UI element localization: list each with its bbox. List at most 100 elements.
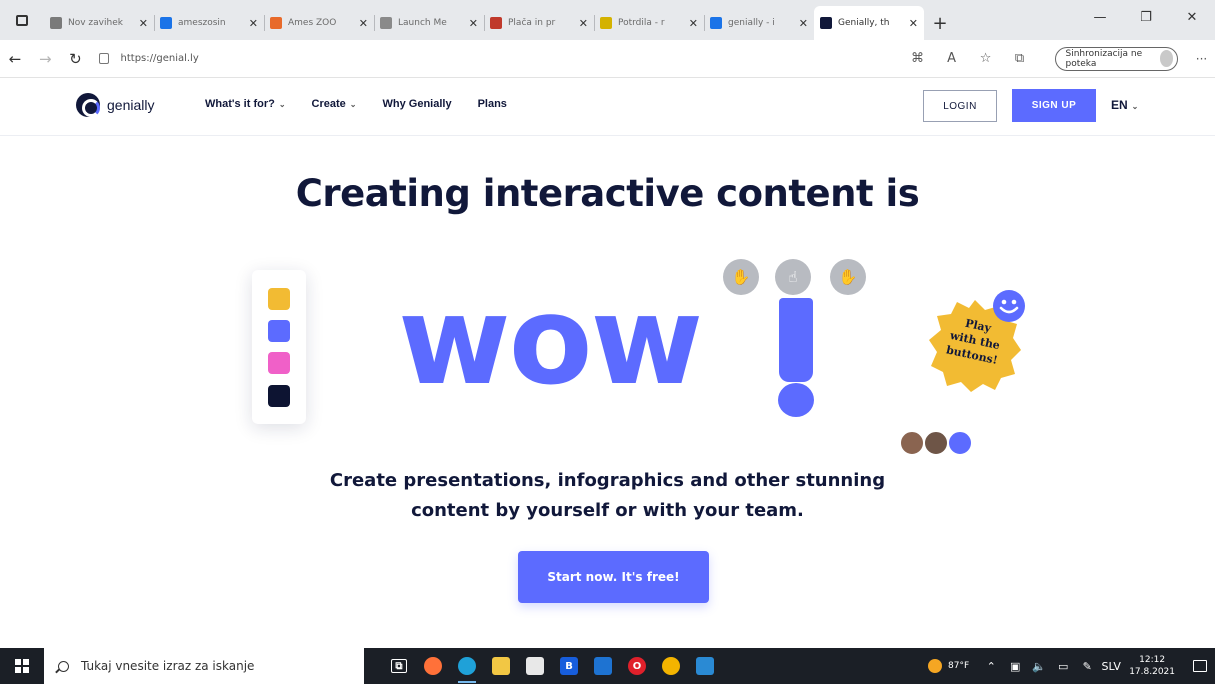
nav-create[interactable]: Create ⌄ [312,98,357,110]
collections-icon[interactable]: ⧉ [1003,51,1037,66]
wow-word: wow [398,270,703,412]
new-tab-button[interactable]: + [924,6,956,40]
browser-tab[interactable]: Launch Me ✕ [374,6,484,40]
pen-icon[interactable]: ✎ [1075,660,1099,673]
start-button[interactable] [0,648,44,684]
nav-plans[interactable]: Plans [478,98,507,110]
tab-title: Plača in pr [508,18,556,28]
taskbar-app-task-view[interactable]: ⧉ [382,648,416,684]
favorites-star-icon[interactable]: ☆ [969,51,1003,66]
notifications-icon[interactable] [1185,648,1215,684]
genially-logo-icon [76,93,100,117]
taskbar-app-photos[interactable] [688,648,722,684]
browser-tab[interactable]: ameszosin ✕ [154,6,264,40]
favicon-icon [380,17,392,29]
volume-icon[interactable]: 🔈 [1027,660,1051,673]
close-tab-icon[interactable]: ✕ [909,17,918,30]
close-tab-icon[interactable]: ✕ [469,17,478,30]
photos-icon [696,657,714,675]
favicon-icon [820,17,832,29]
more-options-icon[interactable]: ··· [1188,52,1215,66]
taskbar-app-bitwarden[interactable]: B [552,648,586,684]
tab-title: Potrdila - r [618,18,665,28]
taskbar-app-file-explorer[interactable] [484,648,518,684]
maximize-button[interactable]: ❐ [1123,0,1169,34]
site-header: genially What's it for? ⌄ Create ⌄ Why Gen… [0,78,1215,136]
color-swatch[interactable] [268,352,290,374]
color-swatch[interactable] [268,320,290,342]
browser-tab[interactable]: Plača in pr ✕ [484,6,594,40]
chevron-up-icon[interactable]: ⌃ [979,660,1003,673]
color-swatch[interactable] [268,385,290,407]
windows-logo-icon [15,659,29,673]
forward-button[interactable]: → [30,44,60,74]
close-window-button[interactable]: ✕ [1169,0,1215,34]
taskbar-app-opera[interactable]: O [620,648,654,684]
main-menu: What's it for? ⌄ Create ⌄ Why Genially Pla… [205,98,507,110]
store-icon [526,657,544,675]
taskbar-app-edge[interactable] [450,648,484,684]
favicon-icon [160,17,172,29]
close-tab-icon[interactable]: ✕ [579,17,588,30]
favicon-icon [600,17,612,29]
taskbar-app-store[interactable] [518,648,552,684]
browser-tab[interactable]: Nov zavihek ✕ [44,6,154,40]
input-language[interactable]: SLV [1099,660,1123,673]
close-tab-icon[interactable]: ✕ [799,17,808,30]
signup-button[interactable]: SIGN UP [1012,89,1096,122]
taskbar-search[interactable]: Tukaj vnesite izraz za iskanje [44,648,364,684]
taskbar-app-mail[interactable] [586,648,620,684]
taskbar-apps: ⧉ B O [382,648,722,684]
favicon-icon [490,17,502,29]
read-aloud-icon[interactable]: A [935,51,969,66]
lock-icon [98,53,109,64]
color-swatch[interactable] [268,288,290,310]
browser-tab-strip: Nov zavihek ✕ ameszosin ✕ Ames ZOO ✕ Launch Me… [0,0,1215,40]
stop-hand-icon[interactable]: ✋ [830,259,866,295]
click-pointer-icon[interactable]: ☝ [775,259,811,295]
minimize-button[interactable]: — [1077,0,1123,34]
battery-icon[interactable]: ▭ [1051,660,1075,673]
nav-why-genially[interactable]: Why Genially [383,98,452,110]
tab-actions-icon [16,14,28,26]
start-now-button[interactable]: Start now. It's free! [518,551,709,603]
favicon-icon [50,17,62,29]
taskbar-app-firefox[interactable] [416,648,450,684]
network-icon[interactable]: ▣ [1003,660,1027,673]
close-tab-icon[interactable]: ✕ [359,17,368,30]
login-button[interactable]: LOGIN [923,90,997,122]
task-view-icon: ⧉ [391,659,407,673]
close-tab-icon[interactable]: ✕ [249,17,258,30]
close-tab-icon[interactable]: ✕ [139,17,148,30]
browser-tab[interactable]: Potrdila - r ✕ [594,6,704,40]
sync-status-button[interactable]: Sinhronizacija ne poteka [1054,46,1178,71]
favicon-icon [270,17,282,29]
clock[interactable]: 12:12 17.8.2021 [1129,654,1175,678]
genially-logo[interactable]: genially [76,93,154,117]
back-button[interactable]: ← [0,44,30,74]
weather-widget[interactable]: 87°F [928,659,969,673]
hero-title: Creating interactive content is [295,172,920,215]
browser-tab[interactable]: Genially, th ✕ [814,6,924,40]
reload-button[interactable]: ↻ [60,44,90,74]
taskbar-app-chrome[interactable] [654,648,688,684]
color-palette [252,270,306,424]
opera-icon: O [628,657,646,675]
avatar [923,430,949,456]
toolbar-icons: ⌘ A ☆ ⧉ [901,51,1037,66]
app-available-icon[interactable]: ⌘ [901,51,935,66]
language-label: EN [1111,98,1128,112]
address-bar[interactable]: https://genial.ly [91,45,861,73]
edge-icon [458,657,476,675]
nav-whats-it-for[interactable]: What's it for? ⌄ [205,98,286,110]
hero-subtitle: Create presentations, infographics and o… [0,466,1215,526]
grab-hand-icon[interactable]: ✋ [723,259,759,295]
brand-name: genially [107,97,155,113]
language-selector[interactable]: EN ⌄ [1111,98,1138,112]
browser-tab[interactable]: Ames ZOO ✕ [264,6,374,40]
tab-actions-button[interactable] [0,0,44,40]
browser-tab[interactable]: genially - i ✕ [704,6,814,40]
add-user-icon [947,430,973,456]
subtitle-line: content by yourself or with your team. [411,500,804,521]
close-tab-icon[interactable]: ✕ [689,17,698,30]
